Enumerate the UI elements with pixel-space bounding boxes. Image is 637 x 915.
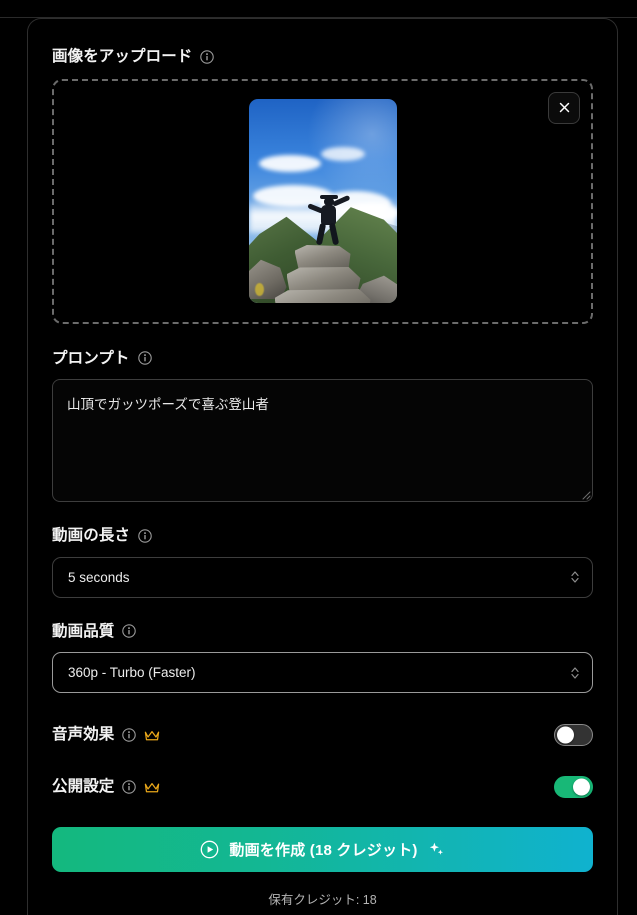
image-dropzone[interactable] bbox=[52, 78, 593, 324]
generate-button-label: 動画を作成 (18 クレジット) bbox=[229, 842, 418, 859]
duration-selected-value: 5 seconds bbox=[68, 569, 130, 585]
crown-icon bbox=[144, 781, 160, 794]
upload-label-text: 画像をアップロード bbox=[52, 48, 193, 65]
info-icon[interactable] bbox=[200, 50, 215, 64]
toggle-knob bbox=[557, 726, 574, 744]
play-circle-icon bbox=[200, 840, 219, 859]
cloud bbox=[320, 147, 365, 161]
uploaded-image-preview[interactable] bbox=[248, 99, 397, 303]
info-icon[interactable] bbox=[137, 351, 152, 365]
quality-section-label: 動画品質 bbox=[52, 622, 593, 640]
info-icon[interactable] bbox=[122, 728, 137, 742]
sound-effects-label-text: 音声効果 bbox=[52, 726, 115, 744]
duration-label-text: 動画の長さ bbox=[52, 527, 131, 544]
generation-form-card: 画像をアップロード プロンプト 山頂でガッツポーズで喜ぶ登山者 動画の長さ 5 … bbox=[27, 18, 618, 915]
info-icon[interactable] bbox=[122, 780, 137, 794]
summit-rock bbox=[274, 289, 371, 303]
close-icon bbox=[559, 102, 569, 113]
sound-effects-toggle[interactable] bbox=[554, 724, 593, 746]
quality-select[interactable]: 360p - Turbo (Faster) bbox=[52, 652, 593, 693]
toggle-knob bbox=[573, 778, 590, 796]
visibility-label: 公開設定 bbox=[52, 779, 160, 795]
lichen-patch bbox=[254, 283, 264, 296]
visibility-label-text: 公開設定 bbox=[52, 778, 115, 796]
visibility-toggle[interactable] bbox=[554, 776, 593, 798]
video-generation-panel: 画像をアップロード プロンプト 山頂でガッツポーズで喜ぶ登山者 動画の長さ 5 … bbox=[0, 0, 637, 915]
sound-effects-label: 音声効果 bbox=[52, 727, 160, 743]
generate-video-button[interactable]: 動画を作成 (18 クレジット) bbox=[52, 827, 593, 872]
sound-effects-row: 音声効果 bbox=[52, 723, 593, 747]
info-icon[interactable] bbox=[138, 529, 152, 543]
duration-select[interactable]: 5 seconds bbox=[52, 556, 593, 598]
prompt-input[interactable] bbox=[52, 379, 593, 502]
crown-icon bbox=[144, 729, 160, 742]
quality-select-wrapper: 360p - Turbo (Faster) bbox=[52, 652, 593, 693]
info-icon[interactable] bbox=[122, 624, 137, 638]
quality-selected-value: 360p - Turbo (Faster) bbox=[68, 665, 196, 680]
prompt-section-label: プロンプト bbox=[52, 349, 593, 367]
remove-image-button[interactable] bbox=[548, 91, 580, 124]
credits-balance: 保有クレジット: 18 bbox=[268, 893, 377, 907]
sparkle-icon bbox=[428, 841, 445, 858]
cloud bbox=[258, 155, 321, 172]
prompt-label-text: プロンプト bbox=[52, 349, 130, 367]
visibility-row: 公開設定 bbox=[52, 775, 593, 799]
upload-section-label: 画像をアップロード bbox=[52, 49, 593, 65]
duration-select-wrapper: 5 seconds bbox=[52, 556, 593, 598]
quality-label-text: 動画品質 bbox=[52, 622, 115, 640]
hiker-silhouette bbox=[305, 191, 351, 249]
duration-section-label: 動画の長さ bbox=[52, 528, 593, 544]
